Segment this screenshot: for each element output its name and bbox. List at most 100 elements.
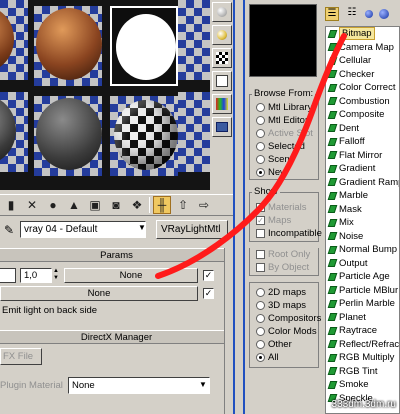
copy-material-icon[interactable]: ▣: [86, 196, 104, 214]
show-end-result-icon[interactable]: ╫: [153, 196, 171, 214]
put-to-library-icon[interactable]: ❖: [128, 196, 146, 214]
sample-slot[interactable]: [34, 96, 102, 176]
filter-color-mods-option[interactable]: Color Mods: [256, 325, 317, 337]
map-list-item[interactable]: Flat Mirror: [326, 149, 399, 163]
chevron-down-icon[interactable]: ▼: [138, 223, 146, 232]
map-list-item[interactable]: Cellular: [326, 54, 399, 68]
map-list-item[interactable]: Output: [326, 257, 399, 271]
map-type-icon: [327, 286, 338, 295]
map-list-item[interactable]: Falloff: [326, 135, 399, 149]
go-to-parent-icon[interactable]: ⇧: [174, 196, 192, 214]
opacity-map-button[interactable]: None: [0, 286, 198, 301]
browse-selected-option[interactable]: Selected: [256, 140, 305, 152]
map-list-item[interactable]: Planet: [326, 311, 399, 325]
map-list-item[interactable]: Mix: [326, 216, 399, 230]
fx-file-button[interactable]: FX File: [0, 348, 42, 365]
opacity-map-checkbox[interactable]: ✓: [203, 288, 214, 299]
color-map-button[interactable]: None: [64, 268, 198, 283]
map-list-item[interactable]: Smoke: [326, 378, 399, 392]
filter-other-option[interactable]: Other: [256, 338, 292, 350]
show-incompatible-checkbox[interactable]: Incompatible: [256, 227, 322, 239]
map-list-item[interactable]: Gradient: [326, 162, 399, 176]
map-list-item[interactable]: Bitmap: [326, 27, 399, 41]
map-list[interactable]: Bitmap Camera Map Cellular Checker Color Cor…: [325, 26, 400, 414]
map-list-item[interactable]: Camera Map: [326, 41, 399, 55]
browse-scene-option[interactable]: Scene: [256, 153, 295, 165]
map-list-item[interactable]: RGB Multiply: [326, 351, 399, 365]
filter-3d-maps-option[interactable]: 3D maps: [256, 299, 306, 311]
material-type-button[interactable]: VRayLightMtl: [156, 220, 228, 239]
map-type-icon: [327, 245, 338, 254]
by-object-checkbox[interactable]: By Object: [256, 261, 309, 273]
put-to-scene-icon[interactable]: ✕: [23, 196, 41, 214]
map-type-icon: [327, 313, 338, 322]
sample-type-icon[interactable]: [212, 2, 232, 22]
show-materials-checkbox[interactable]: Materials: [256, 201, 307, 213]
browse-mtl-editor-option[interactable]: Mtl Editor: [256, 114, 308, 126]
plugin-material-dropdown[interactable]: None: [68, 377, 210, 394]
map-list-item[interactable]: Dent: [326, 122, 399, 136]
sample-slot[interactable]: [0, 0, 28, 80]
map-list-item[interactable]: Color Correct: [326, 81, 399, 95]
map-list-item[interactable]: Perlin Marble: [326, 297, 399, 311]
map-list-item[interactable]: Mask: [326, 203, 399, 217]
map-list-item[interactable]: Reflect/Refract: [326, 338, 399, 352]
map-type-icon: [327, 259, 338, 268]
browse-active-slot-option[interactable]: Active Slot: [256, 127, 313, 139]
map-list-item[interactable]: RGB Tint: [326, 365, 399, 379]
material-name-field[interactable]: vray 04 - Default: [20, 221, 146, 238]
pick-material-icon[interactable]: ✎: [4, 223, 14, 237]
map-list-item[interactable]: Noise: [326, 230, 399, 244]
filter-2d-maps-option[interactable]: 2D maps: [256, 286, 306, 298]
sample-slot[interactable]: [0, 92, 28, 172]
color-swatch[interactable]: [0, 268, 16, 283]
map-type-icon: [327, 218, 338, 227]
make-preview-icon[interactable]: [212, 117, 232, 137]
view-small-icons-icon[interactable]: [365, 10, 373, 18]
backlight-icon[interactable]: [212, 25, 232, 45]
get-material-icon[interactable]: ▮: [2, 196, 20, 214]
make-unique-icon[interactable]: ◙: [107, 196, 125, 214]
material-editor-scrollbar[interactable]: [224, 248, 233, 414]
sample-slot[interactable]: [178, 0, 210, 80]
reset-map-icon[interactable]: ▲: [65, 196, 83, 214]
map-list-item[interactable]: Combustion: [326, 95, 399, 109]
color-map-checkbox[interactable]: ✓: [203, 270, 214, 281]
go-forward-to-sibling-icon[interactable]: ⇨: [195, 196, 213, 214]
background-icon[interactable]: [212, 48, 232, 68]
map-list-item[interactable]: Marble: [326, 189, 399, 203]
map-list-item[interactable]: Normal Bump: [326, 243, 399, 257]
uv-tiling-icon[interactable]: [212, 71, 232, 91]
view-large-icons-icon[interactable]: [379, 9, 389, 19]
map-list-item[interactable]: Particle Age: [326, 270, 399, 284]
browse-new-option[interactable]: New: [256, 166, 287, 178]
sample-slot[interactable]: [110, 96, 178, 176]
map-type-icon: [327, 56, 338, 65]
assign-to-selection-icon[interactable]: ●: [44, 196, 62, 214]
directx-rollout-header[interactable]: DirectX Manager: [0, 330, 233, 344]
filter-all-option[interactable]: All: [256, 351, 279, 363]
map-list-item[interactable]: Raytrace: [326, 324, 399, 338]
map-list-item[interactable]: Particle MBlur: [326, 284, 399, 298]
show-title: Show: [252, 186, 280, 197]
sample-slot[interactable]: [178, 92, 210, 172]
map-type-icon: [327, 353, 338, 362]
chevron-down-icon[interactable]: ▼: [199, 380, 207, 389]
filter-compositors-option[interactable]: Compositors: [256, 312, 321, 324]
multiplier-input[interactable]: 1,0: [20, 268, 52, 283]
emit-back-side-label[interactable]: Emit light on back side: [2, 305, 97, 316]
browse-mtl-library-option[interactable]: Mtl Library: [256, 101, 312, 113]
root-only-checkbox[interactable]: Root Only: [256, 248, 310, 260]
map-item-label: Gradient: [339, 163, 376, 175]
sample-slot[interactable]: [34, 6, 102, 86]
view-list-icons-icon[interactable]: ☷: [345, 7, 359, 21]
multiplier-spinner[interactable]: ▲ ▼: [52, 268, 60, 283]
params-rollout-header[interactable]: Params: [0, 248, 233, 262]
sample-slot-selected[interactable]: [110, 6, 178, 86]
show-maps-checkbox[interactable]: ✓ Maps: [256, 214, 291, 226]
video-color-check-icon[interactable]: [212, 94, 232, 114]
view-list-text-icon[interactable]: ☰: [325, 7, 339, 21]
map-list-item[interactable]: Gradient Ramp: [326, 176, 399, 190]
map-list-item[interactable]: Composite: [326, 108, 399, 122]
map-list-item[interactable]: Checker: [326, 68, 399, 82]
